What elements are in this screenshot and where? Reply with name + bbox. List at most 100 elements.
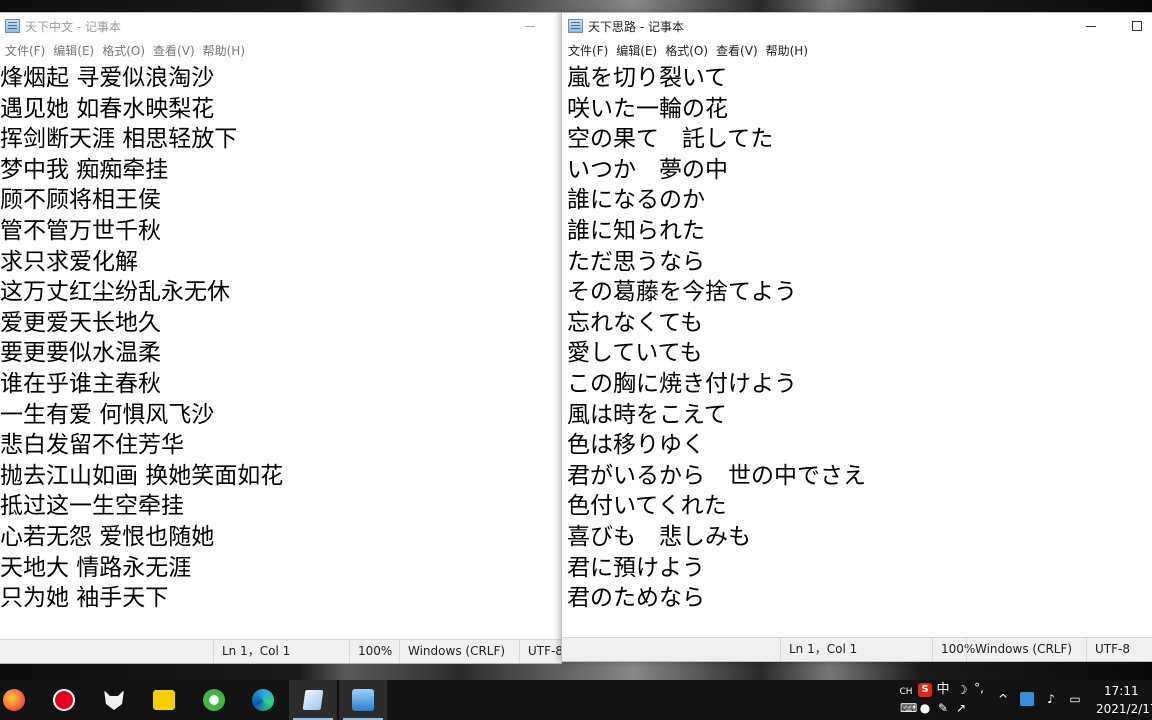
text-line: 只为她 袖手天下 [0,585,169,612]
menu-file[interactable]: 文件(F) [1,42,49,59]
text-line: 顾不顾将相王侯 [0,187,161,214]
encoding: UTF-8 [1086,638,1152,661]
menu-format[interactable]: 格式(O) [661,42,712,59]
text-line: 抛去江山如画 换她笑面如花 [0,462,284,489]
text-line: 梦中我 痴痴牵挂 [0,156,169,183]
maximize-icon [1132,21,1142,31]
maximize-button[interactable] [1114,13,1152,39]
menu-edit[interactable]: 编辑(E) [49,42,98,59]
menu-bar: 文件(F) 编辑(E) 格式(O) 查看(V) 帮助(H) [562,39,1152,61]
line-ending: Windows (CRLF) [399,640,519,663]
text-line: 要更要似水温柔 [0,340,161,367]
minimize-icon [525,25,535,27]
text-line: 一生有爱 何惧风飞沙 [0,401,215,428]
window-title: 天下思路 - 记事本 [588,19,684,34]
volume-icon[interactable]: ♪ [1044,692,1058,706]
ime-mode[interactable]: 中 [936,683,950,697]
wrench-icon[interactable]: ✎ [936,701,950,715]
menu-help[interactable]: 帮助(H) [762,42,812,59]
taskbar: CH S 中 ☽ °, ⌨ ● ✎ ↗ ^ ♪ ▭ 17:11 2021/2/1… [0,680,1152,720]
text-editor-area[interactable]: 烽烟起 寻爱似浪淘沙 遇见她 如春水映梨花 挥剑断天涯 相思轻放下 梦中我 痴痴牵挂顾… [0,61,561,639]
text-line: 風は時をこえて [567,401,727,428]
potplayer-icon [153,690,175,710]
window-title: 天下中文 - 记事本 [25,19,121,34]
browser-360-icon [203,689,225,711]
keyboard-icon[interactable]: ⌨ [900,701,917,715]
tool-app-icon [352,689,374,711]
taskbar-fox-app[interactable] [90,680,138,720]
text-line: ただ思うなら [567,248,705,275]
user-icon[interactable]: ● [918,701,932,715]
edge-icon [252,689,274,711]
network-app-icon[interactable] [1020,692,1034,706]
taskbar-360-browser[interactable] [190,680,238,720]
cursor-position: Ln 1，Col 1 [213,640,353,663]
text-line: 誰に知られた [567,217,705,244]
text-line: 悲白发留不住芳华 [0,432,184,459]
text-line: 谁在乎谁主春秋 [0,370,161,397]
text-line: 管不管万世千秋 [0,217,161,244]
moon-icon[interactable]: ☽ [955,683,969,697]
menu-file[interactable]: 文件(F) [564,42,612,59]
text-line: 忘れなくても [567,309,704,336]
encoding: UTF-8 [519,640,561,663]
battery-icon[interactable]: ▭ [1068,692,1082,706]
ime-language[interactable]: CH [898,685,914,699]
text-line: 爱更爱天长地久 [0,309,161,336]
notepad-window-left[interactable]: 天下中文 - 记事本 文件(F) 编辑(E) 格式(O) 查看(V) 帮助(H)… [0,12,562,664]
text-line: 心若无怨 爱恨也随她 [0,523,215,550]
minimize-icon [1086,25,1096,27]
taskbar-notepad[interactable] [289,680,337,720]
menu-help[interactable]: 帮助(H) [199,42,249,59]
text-line: 色付いてくれた [567,493,727,520]
line-ending: Windows (CRLF) [966,638,1086,661]
text-line: 君に預けよう [567,554,705,581]
text-line: 烽烟起 寻爱似浪淘沙 [0,65,215,91]
title-bar[interactable]: 天下中文 - 记事本 [0,13,561,39]
text-line: 抵过这一生空牵挂 [0,493,184,520]
text-line: 愛していても [567,340,703,367]
text-line: 天地大 情路永无涯 [0,554,192,581]
text-line: 嵐を切り裂いて [567,65,728,91]
menu-view[interactable]: 查看(V) [712,42,762,59]
status-bar: Ln 1，Col 1 100% Windows (CRLF) UTF-8 [0,639,561,663]
fox-app-icon [104,690,124,710]
text-line: 挥剑断天涯 相思轻放下 [0,126,238,153]
text-line: いつか 夢の中 [567,156,728,183]
menu-bar: 文件(F) 编辑(E) 格式(O) 查看(V) 帮助(H) [0,39,561,61]
cursor-position: Ln 1，Col 1 [780,638,932,661]
text-line: 这万丈红尘纷乱永无休 [0,279,230,306]
taskbar-potplayer[interactable] [140,680,188,720]
minimize-button[interactable] [507,13,553,39]
text-line: 君がいるから 世の中でさえ [567,462,866,489]
text-line: その葛藤を今捨てよう [567,279,797,306]
text-line: この胸に焼き付けよう [567,370,797,397]
external-icon[interactable]: ↗ [954,701,968,715]
clock-date[interactable]: 2021/2/17 [1096,702,1152,716]
text-line: 求只求爱化解 [0,248,138,275]
chevron-up-icon[interactable]: ^ [996,692,1010,706]
text-editor-area[interactable]: 嵐を切り裂いて 咲いた一輪の花 空の果て 託してた いつか 夢の中 誰になるのか 誰に知ら… [562,61,1152,637]
text-line: 喜びも 悲しみも [567,523,751,550]
taskbar-tool-app[interactable] [339,680,387,720]
text-line: 空の果て 託してた [567,126,774,153]
notepad-app-icon [568,19,583,33]
taskbar-netease-music[interactable] [40,680,88,720]
menu-view[interactable]: 查看(V) [149,42,199,59]
minimize-button[interactable] [1068,13,1114,39]
title-bar[interactable]: 天下思路 - 记事本 [562,13,1152,39]
netease-music-icon [53,689,75,711]
status-bar: Ln 1，Col 1 100% Windows (CRLF) UTF-8 [562,637,1152,661]
firefox-icon [3,689,25,711]
menu-edit[interactable]: 编辑(E) [612,42,661,59]
punctuation-icon[interactable]: °, [972,681,986,695]
menu-format[interactable]: 格式(O) [98,42,149,59]
clock-time[interactable]: 17:11 [1104,684,1152,698]
text-line: 誰になるのか [567,187,705,214]
text-line: 遇见她 如春水映梨花 [0,95,215,122]
notepad-window-right[interactable]: 天下思路 - 记事本 文件(F) 编辑(E) 格式(O) 查看(V) 帮助(H)… [561,12,1152,662]
taskbar-firefox[interactable] [0,680,38,720]
sogou-ime-icon[interactable]: S [918,683,932,697]
text-line: 君のためなら [567,585,705,612]
taskbar-edge[interactable] [239,680,287,720]
